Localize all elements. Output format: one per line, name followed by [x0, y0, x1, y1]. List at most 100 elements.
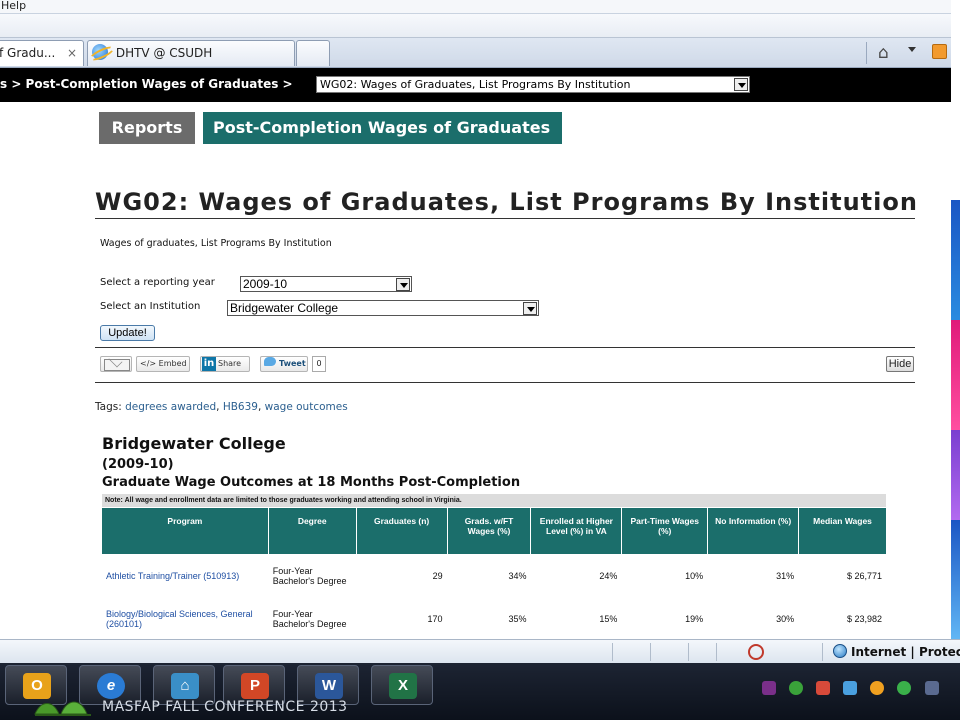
status-bar: Internet | Protec [0, 639, 960, 663]
embed-button[interactable]: </> Embed [136, 356, 190, 372]
linkedin-share-button[interactable]: in Share [200, 356, 250, 372]
tweet-button[interactable]: Tweet [260, 356, 308, 372]
update-icon[interactable] [870, 680, 885, 695]
page-title: WG02: Wages of Graduates, List Programs … [95, 188, 917, 219]
table-title: Graduate Wage Outcomes at 18 Months Post… [102, 475, 521, 490]
chevron-down-icon[interactable] [908, 47, 916, 52]
browser-tab-dhtv[interactable]: DHTV @ CSUDH [87, 40, 295, 66]
degree-cell: Four-Year Bachelor's Degree [267, 597, 357, 641]
chevron-down-icon[interactable] [734, 78, 748, 91]
linkedin-icon: in [202, 357, 216, 371]
enrolled-cell: 15% [530, 597, 623, 641]
tab-close-icon[interactable]: × [67, 41, 77, 65]
no-info-cell: 31% [707, 554, 800, 598]
refresh-icon[interactable] [897, 680, 912, 695]
remote-desktop-icon: ⌂ [171, 673, 199, 699]
powerpoint-icon: P [241, 673, 269, 699]
tags-line: Tags: degrees awarded, HB639, wage outco… [95, 401, 348, 413]
table-row: Biology/Biological Sciences, General (26… [101, 597, 887, 641]
program-link[interactable]: Athletic Training/Trainer (510913) [106, 571, 239, 581]
conference-logo [34, 701, 91, 716]
globe-icon [833, 644, 847, 658]
system-tray [762, 677, 947, 695]
word-icon: W [315, 673, 343, 699]
nav-wages-button[interactable]: Post-Completion Wages of Graduates [203, 112, 562, 144]
institution-year: (2009-10) [102, 457, 174, 472]
divider [95, 382, 915, 383]
degree-cell: Four-Year Bachelor's Degree [267, 554, 357, 598]
status-separator [650, 643, 651, 661]
popup-blocker-icon[interactable] [748, 644, 764, 660]
ft-wages-cell: 34% [446, 554, 532, 598]
institution-heading: Bridgewater College [102, 434, 286, 453]
internet-explorer-icon [92, 44, 108, 60]
tags-label: Tags: [95, 401, 122, 413]
institution-select[interactable]: Bridgewater College [227, 300, 539, 316]
tweet-count: 0 [312, 356, 326, 372]
taskbar-excel-button[interactable]: X [371, 665, 433, 705]
page-subtitle: Wages of graduates, List Programs By Ins… [100, 238, 332, 249]
hide-button[interactable]: Hide [886, 356, 914, 372]
network-icon[interactable] [816, 680, 831, 695]
chevron-down-icon[interactable] [396, 278, 410, 291]
column-header[interactable]: Grads. w/FT Wages (%) [446, 507, 532, 555]
year-select[interactable]: 2009-10 [240, 276, 412, 292]
year-label: Select a reporting year [100, 277, 215, 288]
column-header[interactable]: Graduates (n) [355, 507, 448, 555]
share-label: Share [218, 359, 242, 368]
table-note-row: Note: All wage and enrollment data are l… [101, 493, 887, 508]
update-button[interactable]: Update! [100, 325, 155, 341]
tag-link[interactable]: wage outcomes [265, 401, 348, 413]
rss-feed-icon[interactable] [932, 44, 947, 59]
breadcrumb-bar: s > Post-Completion Wages of Graduates >… [0, 68, 960, 102]
graduates-cell: 29 [355, 554, 448, 598]
column-header[interactable]: Degree [267, 507, 357, 555]
report-select[interactable]: WG02: Wages of Graduates, List Programs … [316, 76, 750, 93]
excel-icon: X [389, 673, 417, 699]
onenote-icon[interactable] [762, 680, 776, 695]
tag-link[interactable]: HB639 [223, 401, 258, 413]
program-cell: Biology/Biological Sciences, General (26… [101, 597, 269, 641]
column-header[interactable]: No Information (%) [707, 507, 800, 555]
tab-title: f Gradu... [0, 46, 56, 60]
new-tab-button[interactable] [296, 40, 330, 66]
tweet-label: Tweet [279, 359, 306, 368]
part-time-cell: 10% [621, 554, 709, 598]
sync-icon[interactable] [789, 680, 804, 695]
column-header[interactable]: Part-Time Wages (%) [621, 507, 709, 555]
enrolled-cell: 24% [530, 554, 623, 598]
graduates-cell: 170 [355, 597, 448, 641]
program-link[interactable]: Biology/Biological Sciences, General (26… [106, 609, 253, 629]
nav-reports-button[interactable]: Reports [99, 112, 195, 144]
chevron-down-icon[interactable] [523, 302, 537, 315]
year-select-value: 2009-10 [243, 277, 288, 291]
menu-help[interactable]: Help [1, 0, 26, 12]
divider [95, 347, 915, 348]
security-zone[interactable]: Internet | Protec [833, 644, 960, 659]
twitter-icon [264, 357, 276, 366]
footer-text: MASFAP FALL CONFERENCE 2013 [102, 699, 348, 715]
column-header[interactable]: Enrolled at Higher Level (%) in VA [530, 507, 623, 555]
ft-wages-cell: 35% [446, 597, 532, 641]
column-header[interactable]: Program [101, 507, 269, 555]
toolbar-divider [866, 42, 867, 64]
home-icon[interactable]: ⌂ [878, 43, 889, 63]
institution-label: Select an Institution [100, 301, 201, 312]
report-select-value: WG02: Wages of Graduates, List Programs … [320, 78, 631, 91]
table-header-row: Program Degree Graduates (n) Grads. w/FT… [101, 507, 887, 555]
browser-tab-active[interactable]: f Gradu... × [0, 40, 84, 66]
table-note: Note: All wage and enrollment data are l… [101, 493, 887, 508]
command-bar [0, 14, 960, 38]
column-header[interactable]: Median Wages [798, 507, 887, 555]
tag-link[interactable]: degrees awarded [125, 401, 216, 413]
menu-bar: Help [0, 0, 960, 14]
email-icon[interactable] [100, 356, 132, 372]
security-zone-label: Internet | Protec [851, 645, 960, 659]
volume-icon[interactable] [924, 680, 939, 695]
internet-explorer-icon: e [97, 673, 125, 699]
tab-title: DHTV @ CSUDH [115, 46, 213, 60]
dropbox-icon[interactable] [843, 680, 858, 695]
wage-outcomes-table: Note: All wage and enrollment data are l… [101, 493, 887, 641]
no-info-cell: 30% [707, 597, 800, 641]
breadcrumb[interactable]: s > Post-Completion Wages of Graduates > [0, 77, 293, 91]
